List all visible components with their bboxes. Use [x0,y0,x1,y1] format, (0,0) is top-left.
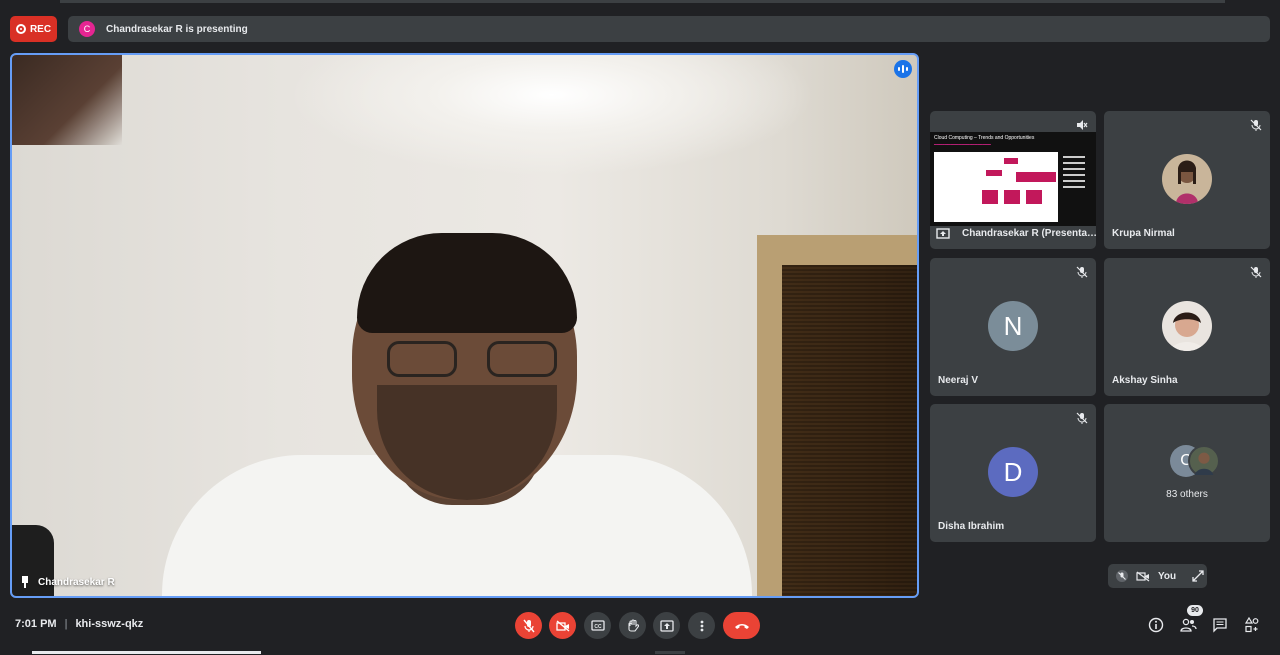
meeting-code: khi-sswz-qkz [75,618,144,630]
hand-icon [627,618,639,632]
avatar [1188,445,1220,477]
mic-off-icon [522,619,535,632]
participant-name: Neeraj V [938,375,979,386]
captions-button[interactable]: CC [584,612,611,639]
mic-toggle-button[interactable] [515,612,542,639]
participant-tile-others[interactable]: C 83 others [1104,404,1270,542]
shared-slide-thumbnail: Cloud Computing – Trends and Opportuniti… [930,132,1096,226]
scroll-indicator [32,651,261,654]
others-avatars: C [1170,445,1220,477]
more-options-button[interactable] [688,612,715,639]
activities-icon [1244,617,1259,633]
speaker-muted-icon [1077,120,1088,130]
record-icon [15,24,26,34]
avatar: D [988,447,1038,497]
participants-button[interactable] [1179,616,1197,634]
presenter-avatar: C [79,21,95,37]
participant-tile-krupa[interactable]: Krupa Nirmal [1104,111,1270,249]
leave-call-button[interactable] [723,612,760,639]
speaking-indicator-icon [894,60,912,78]
pin-icon[interactable] [20,576,30,588]
avatar [1162,301,1212,351]
video-background-blind [782,265,917,596]
chat-icon [1213,618,1227,633]
participant-name: Disha Ibrahim [938,521,1005,532]
more-vert-icon [700,620,703,631]
camera-toggle-button[interactable] [549,612,576,639]
participant-tile-akshay[interactable]: Akshay Sinha [1104,258,1270,396]
main-video-label: Chandrasekar R [20,576,115,588]
scroll-indicator [655,651,685,654]
participant-name: Krupa Nirmal [1112,228,1175,239]
participant-tile-neeraj[interactable]: N Neeraj V [930,258,1096,396]
participant-name: Akshay Sinha [1112,375,1178,386]
slide-side-list [1063,152,1093,212]
svg-text:CC: CC [594,624,602,630]
raise-hand-button[interactable] [619,612,646,639]
mic-off-icon [1076,412,1088,424]
presenting-banner: C Chandrasekar R is presenting [68,16,1270,42]
slide-content [934,152,1058,222]
captions-icon: CC [590,620,605,631]
present-screen-icon [659,619,674,632]
speaker-glasses [387,341,557,381]
slide-subtitle-line: ━━━━━━━━━━━━━━━━━━━━━ [934,142,991,147]
mic-off-icon [1076,266,1088,278]
slide-title: Cloud Computing – Trends and Opportuniti… [934,135,1035,141]
bottom-bar: 7:01 PM | khi-sswz-qkz CC 90 [0,605,1280,655]
avatar [1162,154,1212,204]
participant-tile-disha[interactable]: D Disha Ibrahim [930,404,1096,542]
self-view[interactable]: You [1108,564,1207,588]
mic-off-icon [1250,266,1262,278]
meeting-details-button[interactable] [1147,616,1165,634]
participant-count-badge: 90 [1187,605,1203,616]
camera-off-icon [555,619,569,632]
recording-badge: REC [10,16,57,42]
main-video[interactable]: Chandrasekar R [10,53,919,598]
separator: | [64,618,68,630]
camera-off-icon [1136,571,1150,581]
mic-off-icon [1116,570,1128,582]
chat-button[interactable] [1211,616,1229,634]
present-screen-icon [936,228,950,239]
info-icon [1148,617,1164,633]
mic-off-icon [1250,119,1262,131]
others-count: 83 others [1166,489,1208,500]
meeting-info: 7:01 PM | khi-sswz-qkz [15,618,143,630]
speaker-hair [357,233,577,333]
hang-up-icon [734,623,749,629]
main-video-name: Chandrasekar R [38,576,115,588]
activities-button[interactable] [1243,616,1261,634]
top-divider [60,0,1225,3]
self-label: You [1158,570,1177,582]
participant-name: Chandrasekar R (Presenta… [962,228,1096,239]
video-background-door [12,55,122,145]
recording-label: REC [29,23,52,35]
participant-tile-presentation[interactable]: Cloud Computing – Trends and Opportuniti… [930,111,1096,249]
expand-icon[interactable] [1192,570,1204,582]
people-icon [1180,618,1197,632]
avatar: N [988,301,1038,351]
presenting-text: Chandrasekar R is presenting [106,23,248,35]
clock-time: 7:01 PM [15,618,57,630]
present-button[interactable] [653,612,680,639]
